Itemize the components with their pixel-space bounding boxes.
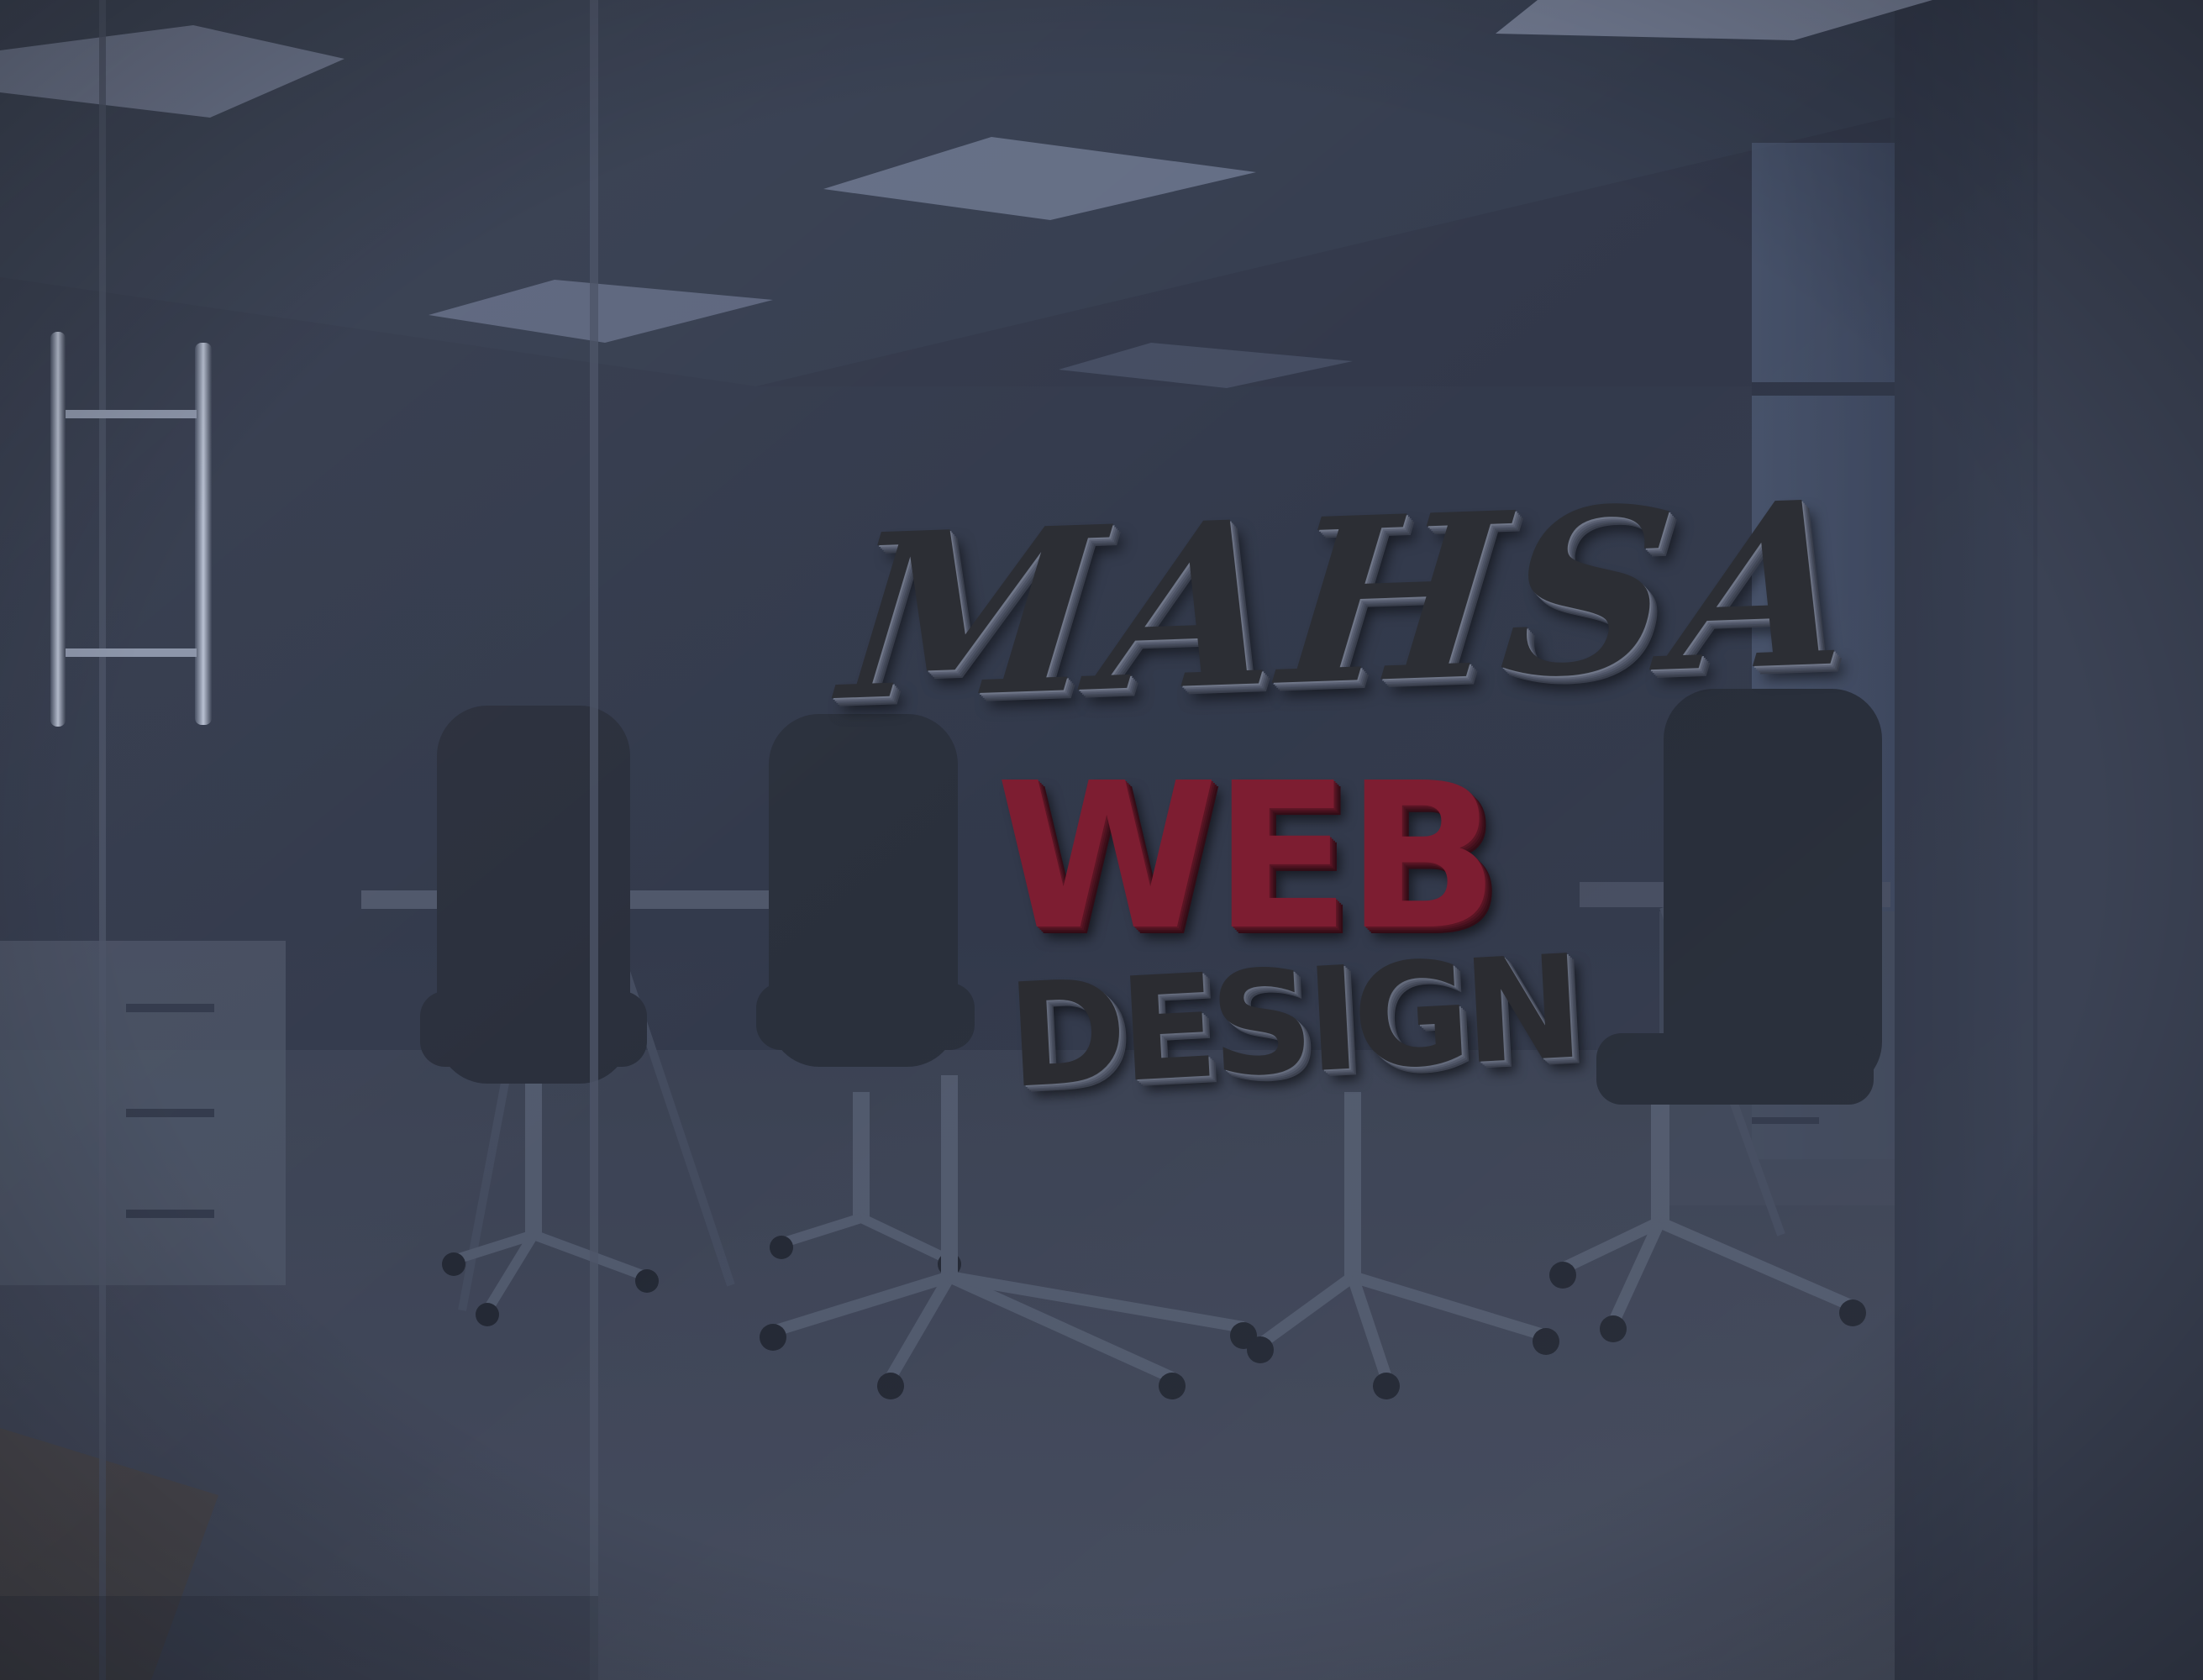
office-scene: MAHSA WEB DESIGN <box>0 0 2203 1680</box>
office-background <box>0 0 2203 1680</box>
